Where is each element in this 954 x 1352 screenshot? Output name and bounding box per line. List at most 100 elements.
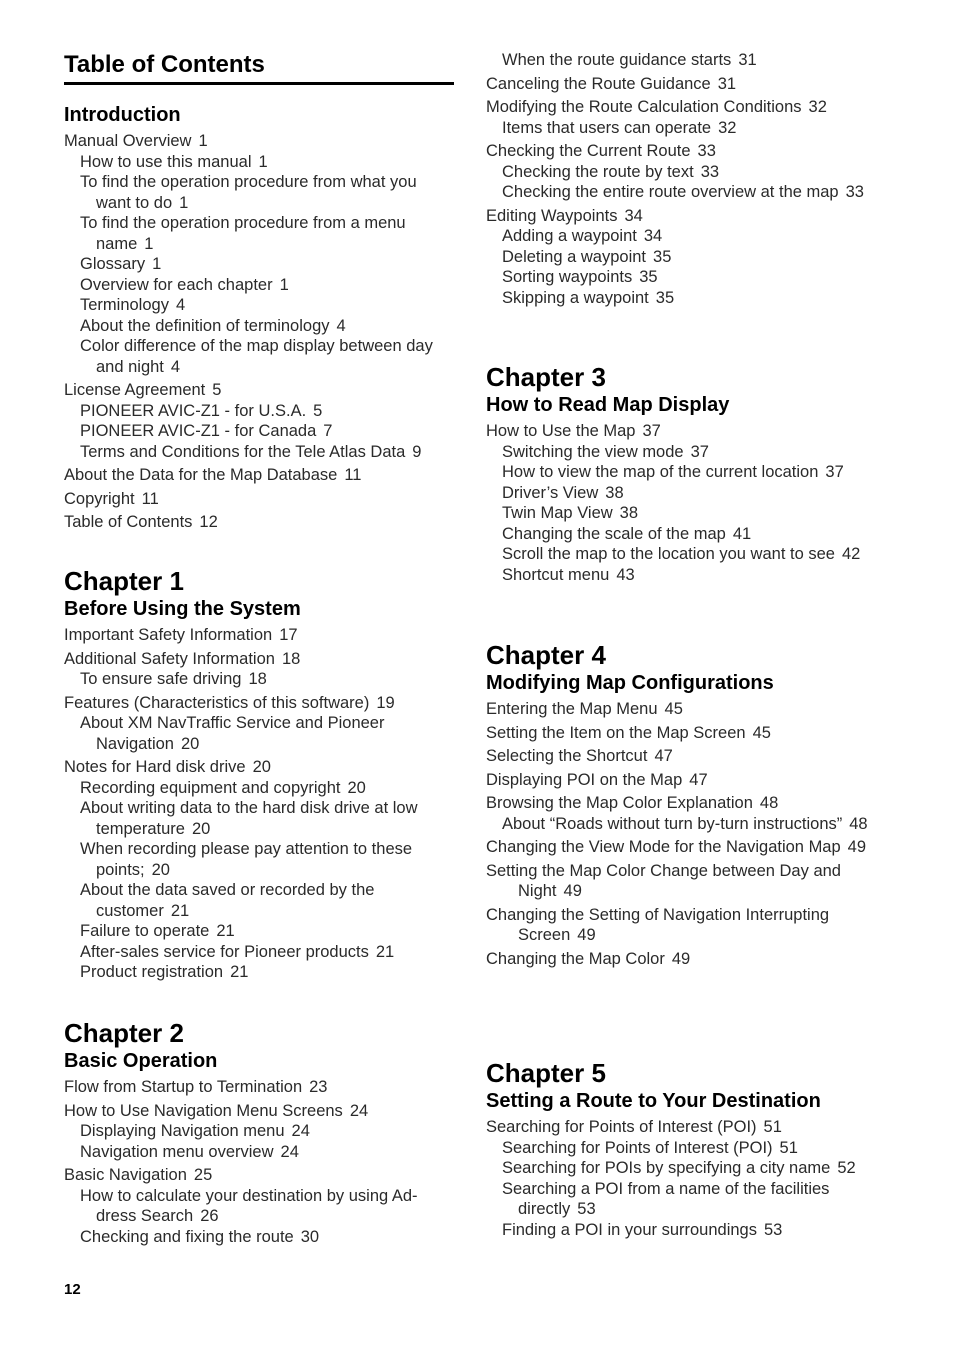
toc-entry[interactable]: Checking the Current Route 33 [486, 141, 886, 162]
toc-subentry[interactable]: Skipping a waypoint 35 [486, 288, 886, 309]
toc-entry[interactable]: Canceling the Route Guidance 31 [486, 74, 886, 95]
toc-subentry[interactable]: Items that users can operate 32 [486, 118, 886, 139]
toc-entry[interactable]: Displaying POI on the Map 47 [486, 770, 886, 791]
toc-entry-label: How to Use the Map [486, 422, 636, 440]
toc-subentry[interactable]: About XM NavTraffic Service and Pioneer … [64, 713, 456, 754]
toc-entry[interactable]: License Agreement 5 [64, 380, 456, 401]
toc-subentry[interactable]: Scroll the map to the location you want … [486, 544, 886, 565]
toc-entry-label: Changing the Map Color [486, 949, 665, 968]
toc-entry-label: Product registration [80, 963, 224, 981]
toc-entry-text: Searching a POI from a name of the facil… [502, 1179, 886, 1220]
toc-entry-page: 23 [309, 1078, 328, 1096]
toc-subentry[interactable]: Checking the entire route overview at th… [486, 182, 886, 203]
chapter-2-title: Basic Operation [64, 1050, 218, 1072]
toc-entry[interactable]: About the Data for the Map Database 11 [64, 465, 456, 486]
toc-subentry[interactable]: How to view the map of the current locat… [486, 462, 886, 483]
toc-entry-text: How to use this manual 1 [80, 152, 456, 173]
toc-entry[interactable]: Basic Navigation 25 [64, 1165, 456, 1186]
toc-entry[interactable]: Changing the Setting of Navigation Inter… [486, 905, 886, 946]
toc-subentry[interactable]: Searching for POIs by specifying a city … [486, 1158, 886, 1179]
toc-subentry[interactable]: Sorting waypoints 35 [486, 267, 886, 288]
toc-entry-page: 21 [230, 963, 249, 981]
toc-subentry[interactable]: Finding a POI in your surroundings 53 [486, 1220, 886, 1241]
toc-entry[interactable]: Changing the Map Color 49 [486, 949, 886, 970]
toc-entry[interactable]: Searching for Points of Interest (POI) 51 [486, 1117, 886, 1138]
toc-entry[interactable]: Additional Safety Information 18 [64, 649, 456, 670]
toc-entry[interactable]: Setting the Map Color Change between Day… [486, 861, 886, 902]
toc-entry-page: 30 [300, 1227, 320, 1246]
toc-entry-page: 7 [323, 422, 333, 440]
toc-entry-text: Checking and fixing the route 30 [80, 1227, 456, 1248]
toc-subentry[interactable]: Recording equipment and copyright 20 [64, 778, 456, 799]
toc-subentry[interactable]: To ensure safe driving 18 [64, 669, 456, 690]
toc-entry[interactable]: How to Use the Map 37 [486, 421, 886, 442]
toc-subentry[interactable]: Switching the view mode 37 [486, 442, 886, 463]
toc-entry[interactable]: Table of Contents 12 [64, 512, 456, 533]
toc-entry-page: 21 [216, 922, 235, 940]
toc-entry[interactable]: Copyright 11 [64, 489, 456, 510]
toc-subentry[interactable]: How to use this manual 1 [64, 152, 456, 173]
toc-entry-text: Changing the Setting of Navigation Inter… [486, 906, 829, 945]
toc-subentry[interactable]: Adding a waypoint 34 [486, 226, 886, 247]
toc-entry-page: 5 [212, 381, 222, 399]
toc-entry-label: Checking and fixing the route [80, 1227, 294, 1246]
toc-entry-label: Checking the Current Route [486, 142, 691, 160]
toc-subentry[interactable]: Terminology 4 [64, 295, 456, 316]
toc-subentry[interactable]: Failure to operate 21 [64, 921, 456, 942]
toc-subentry[interactable]: After-sales service for Pioneer products… [64, 942, 456, 963]
toc-subentry[interactable]: Checking the route by text 33 [486, 162, 886, 183]
toc-entry[interactable]: Editing Waypoints 34 [486, 206, 886, 227]
toc-entry[interactable]: Browsing the Map Color Explanation 48 [486, 793, 886, 814]
toc-entry-page: 49 [671, 949, 691, 968]
toc-subentry[interactable]: Searching for Points of Interest (POI) 51 [486, 1138, 886, 1159]
toc-entry-page: 49 [847, 838, 867, 856]
toc-subentry[interactable]: Product registration 21 [64, 962, 456, 983]
toc-subentry[interactable]: Deleting a waypoint 35 [486, 247, 886, 268]
toc-subentry[interactable]: How to calculate your destination by usi… [64, 1186, 456, 1227]
toc-entry[interactable]: Features (Characteristics of this softwa… [64, 693, 456, 714]
toc-entry[interactable]: Manual Overview 1 [64, 131, 456, 152]
toc-entry[interactable]: Setting the Item on the Map Screen 45 [486, 723, 886, 744]
toc-entry[interactable]: Entering the Map Menu 45 [486, 699, 886, 720]
toc-subentry[interactable]: Overview for each chapter 1 [64, 275, 456, 296]
page-number: 12 [64, 1281, 81, 1298]
toc-entry-text: When recording please pay attention to t… [80, 839, 456, 880]
toc-entry[interactable]: Flow from Startup to Termination 23 [64, 1077, 456, 1098]
toc-subentry[interactable]: Color difference of the map display betw… [64, 336, 456, 377]
toc-entry[interactable]: Important Safety Information 17 [64, 625, 456, 646]
toc-subentry[interactable]: Navigation menu overview 24 [64, 1142, 456, 1163]
toc-entry-page: 20 [151, 860, 170, 879]
toc-subentry[interactable]: Glossary 1 [64, 254, 456, 275]
toc-subentry[interactable]: About the definition of terminology 4 [64, 316, 456, 337]
toc-subentry[interactable]: PIONEER AVIC-Z1 - for Canada 7 [64, 421, 456, 442]
toc-subentry[interactable]: About writing data to the hard disk driv… [64, 798, 456, 839]
toc-entry[interactable]: How to Use Navigation Menu Screens 24 [64, 1101, 456, 1122]
toc-subentry[interactable]: About the data saved or recorded by the … [64, 880, 456, 921]
toc-entry-text: Flow from Startup to Termination 23 [64, 1078, 327, 1096]
toc-subentry[interactable]: Checking and fixing the route 30 [64, 1227, 456, 1248]
toc-entry-text: Terms and Conditions for the Tele Atlas … [80, 442, 456, 463]
toc-entry-text: Setting the Item on the Map Screen 45 [486, 724, 771, 742]
toc-subentry[interactable]: To find the operation procedure from a m… [64, 213, 456, 254]
toc-entry[interactable]: Notes for Hard disk drive 20 [64, 757, 456, 778]
toc-subentry[interactable]: Driver’s View 38 [486, 483, 886, 504]
chapter-5-label: Chapter 5 [486, 1058, 606, 1088]
toc-subentry[interactable]: About “Roads without turn by-turn instru… [486, 814, 886, 835]
toc-entry-label: Driver’s View [502, 483, 599, 502]
toc-entry[interactable]: Selecting the Shortcut 47 [486, 746, 886, 767]
toc-subentry[interactable]: Terms and Conditions for the Tele Atlas … [64, 442, 456, 463]
toc-entry-page: 18 [281, 649, 301, 668]
toc-entry[interactable]: Changing the View Mode for the Navigatio… [486, 837, 886, 858]
toc-subentry[interactable]: Searching a POI from a name of the facil… [486, 1179, 886, 1220]
toc-subentry[interactable]: Displaying Navigation menu 24 [64, 1121, 456, 1142]
toc-subentry[interactable]: When recording please pay attention to t… [64, 839, 456, 880]
toc-subentry[interactable]: To find the operation procedure from wha… [64, 172, 456, 213]
toc-entry-label: How to view the map of the current locat… [502, 463, 819, 481]
toc-subentry[interactable]: PIONEER AVIC-Z1 - for U.S.A. 5 [64, 401, 456, 422]
toc-subentry[interactable]: Changing the scale of the map 41 [486, 524, 886, 545]
toc-subentry[interactable]: Shortcut menu 43 [486, 565, 886, 586]
toc-entry[interactable]: Modifying the Route Calculation Conditio… [486, 97, 886, 118]
toc-subentry[interactable]: Twin Map View 38 [486, 503, 886, 524]
toc-subentry[interactable]: When the route guidance starts 31 [486, 50, 886, 71]
toc-entry-label: Switching the view mode [502, 442, 684, 461]
